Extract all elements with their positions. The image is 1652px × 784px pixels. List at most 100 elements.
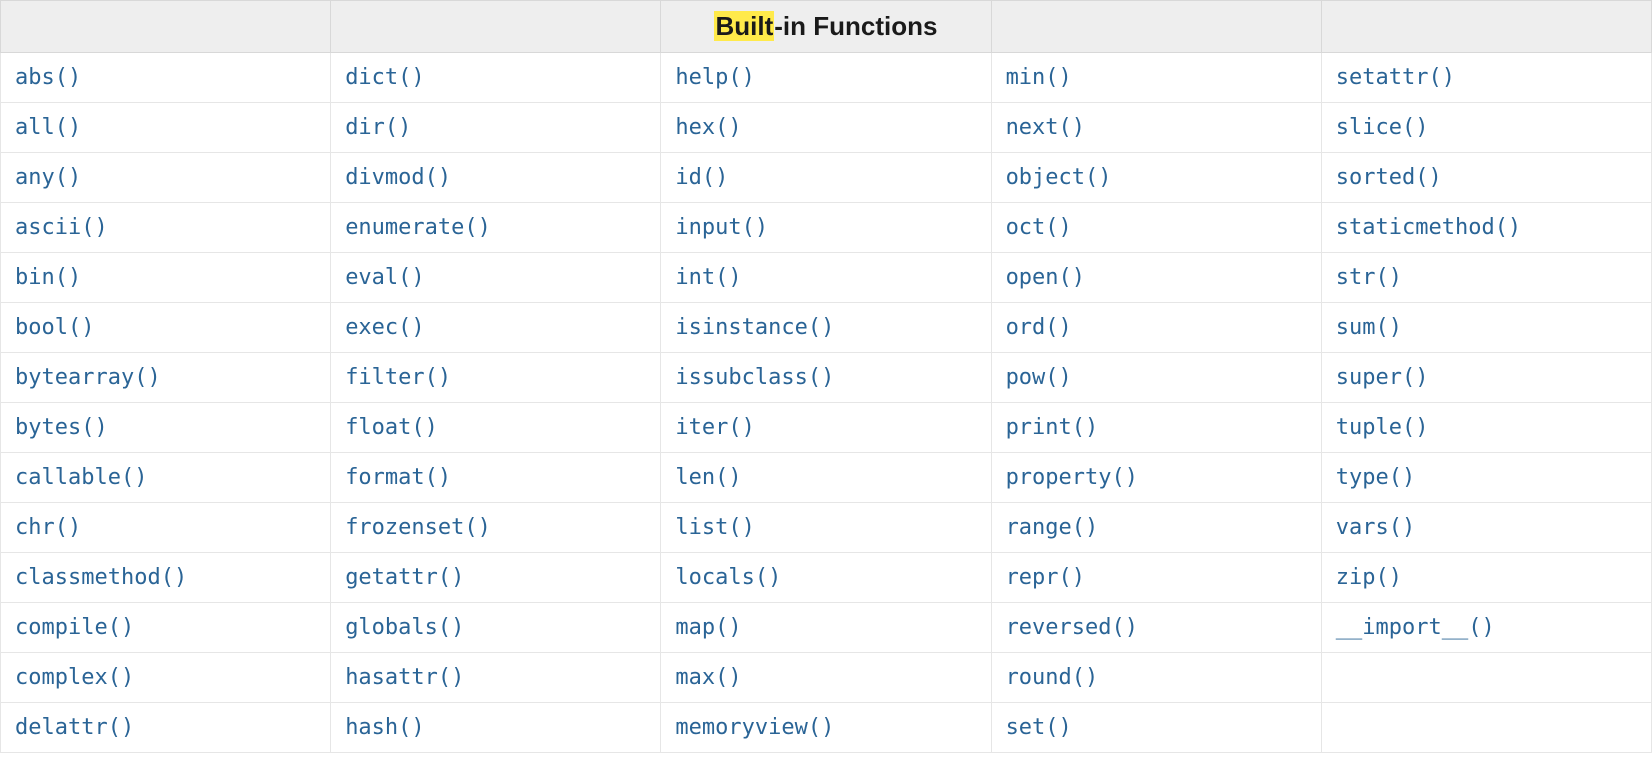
function-link[interactable]: getattr() xyxy=(345,565,464,590)
function-link[interactable]: ord() xyxy=(1006,315,1072,340)
function-link[interactable]: reversed() xyxy=(1006,615,1138,640)
function-link[interactable]: hasattr() xyxy=(345,665,464,690)
table-cell: tuple() xyxy=(1321,403,1651,453)
function-link[interactable]: enumerate() xyxy=(345,215,491,240)
title-highlight: Built xyxy=(714,11,774,41)
function-link[interactable]: memoryview() xyxy=(675,715,834,740)
table-cell: min() xyxy=(991,53,1321,103)
function-link[interactable]: min() xyxy=(1006,65,1072,90)
function-link[interactable]: dir() xyxy=(345,115,411,140)
function-link[interactable]: globals() xyxy=(345,615,464,640)
function-link[interactable]: filter() xyxy=(345,365,451,390)
table-cell: setattr() xyxy=(1321,53,1651,103)
table-cell: getattr() xyxy=(331,553,661,603)
function-link[interactable]: round() xyxy=(1006,665,1099,690)
table-row: any() divmod() id() object() sorted() xyxy=(1,153,1652,203)
table-cell: next() xyxy=(991,103,1321,153)
function-link[interactable]: int() xyxy=(675,265,741,290)
function-link[interactable]: ascii() xyxy=(15,215,108,240)
function-link[interactable]: bin() xyxy=(15,265,81,290)
function-link[interactable]: dict() xyxy=(345,65,424,90)
function-link[interactable]: id() xyxy=(675,165,728,190)
table-cell: staticmethod() xyxy=(1321,203,1651,253)
function-link[interactable]: eval() xyxy=(345,265,424,290)
builtin-functions-table: Built-in Functions abs() dict() help() min(… xyxy=(0,0,1652,753)
table-cell: dict() xyxy=(331,53,661,103)
function-link[interactable]: print() xyxy=(1006,415,1099,440)
table-cell: classmethod() xyxy=(1,553,331,603)
table-row: compile() globals() map() reversed() __impor… xyxy=(1,603,1652,653)
function-link[interactable]: help() xyxy=(675,65,754,90)
function-link[interactable]: exec() xyxy=(345,315,424,340)
function-link[interactable]: next() xyxy=(1006,115,1085,140)
function-link[interactable]: iter() xyxy=(675,415,754,440)
table-cell: delattr() xyxy=(1,703,331,753)
function-link[interactable]: list() xyxy=(675,515,754,540)
function-link[interactable]: property() xyxy=(1006,465,1138,490)
function-link[interactable]: str() xyxy=(1336,265,1402,290)
function-link[interactable]: input() xyxy=(675,215,768,240)
function-link[interactable]: bool() xyxy=(15,315,94,340)
function-link[interactable]: chr() xyxy=(15,515,81,540)
table-cell: round() xyxy=(991,653,1321,703)
table-cell: input() xyxy=(661,203,991,253)
function-link[interactable]: setattr() xyxy=(1336,65,1455,90)
function-link[interactable]: locals() xyxy=(675,565,781,590)
function-link[interactable]: sorted() xyxy=(1336,165,1442,190)
function-link[interactable]: map() xyxy=(675,615,741,640)
function-link[interactable]: abs() xyxy=(15,65,81,90)
function-link[interactable]: classmethod() xyxy=(15,565,187,590)
function-link[interactable]: complex() xyxy=(15,665,134,690)
function-link[interactable]: range() xyxy=(1006,515,1099,540)
function-link[interactable]: hex() xyxy=(675,115,741,140)
function-link[interactable]: zip() xyxy=(1336,565,1402,590)
function-link[interactable]: max() xyxy=(675,665,741,690)
function-link[interactable]: object() xyxy=(1006,165,1112,190)
function-link[interactable]: bytearray() xyxy=(15,365,161,390)
table-cell: filter() xyxy=(331,353,661,403)
table-cell: enumerate() xyxy=(331,203,661,253)
function-link[interactable]: issubclass() xyxy=(675,365,834,390)
function-link[interactable]: bytes() xyxy=(15,415,108,440)
function-link[interactable]: set() xyxy=(1006,715,1072,740)
function-link[interactable]: slice() xyxy=(1336,115,1429,140)
table-row: callable() format() len() property() type() xyxy=(1,453,1652,503)
header-empty-1 xyxy=(1,1,331,53)
function-link[interactable]: super() xyxy=(1336,365,1429,390)
table-cell: format() xyxy=(331,453,661,503)
table-cell: exec() xyxy=(331,303,661,353)
function-link[interactable]: __import__() xyxy=(1336,615,1495,640)
function-link[interactable]: divmod() xyxy=(345,165,451,190)
function-link[interactable]: oct() xyxy=(1006,215,1072,240)
function-link[interactable]: delattr() xyxy=(15,715,134,740)
table-cell: print() xyxy=(991,403,1321,453)
table-cell: any() xyxy=(1,153,331,203)
table-title: Built-in Functions xyxy=(661,1,991,53)
function-link[interactable]: len() xyxy=(675,465,741,490)
function-link[interactable]: compile() xyxy=(15,615,134,640)
function-link[interactable]: pow() xyxy=(1006,365,1072,390)
function-link[interactable]: open() xyxy=(1006,265,1085,290)
function-link[interactable]: float() xyxy=(345,415,438,440)
function-link[interactable]: isinstance() xyxy=(675,315,834,340)
table-cell: callable() xyxy=(1,453,331,503)
table-cell: abs() xyxy=(1,53,331,103)
function-link[interactable]: hash() xyxy=(345,715,424,740)
function-link[interactable]: type() xyxy=(1336,465,1415,490)
table-cell: hex() xyxy=(661,103,991,153)
function-link[interactable]: callable() xyxy=(15,465,147,490)
table-cell: bin() xyxy=(1,253,331,303)
function-link[interactable]: any() xyxy=(15,165,81,190)
function-link[interactable]: all() xyxy=(15,115,81,140)
table-cell: sum() xyxy=(1321,303,1651,353)
function-link[interactable]: format() xyxy=(345,465,451,490)
function-link[interactable]: frozenset() xyxy=(345,515,491,540)
function-link[interactable]: vars() xyxy=(1336,515,1415,540)
table-cell: ascii() xyxy=(1,203,331,253)
function-link[interactable]: sum() xyxy=(1336,315,1402,340)
function-link[interactable]: repr() xyxy=(1006,565,1085,590)
table-cell: list() xyxy=(661,503,991,553)
function-link[interactable]: tuple() xyxy=(1336,415,1429,440)
table-cell: repr() xyxy=(991,553,1321,603)
function-link[interactable]: staticmethod() xyxy=(1336,215,1521,240)
